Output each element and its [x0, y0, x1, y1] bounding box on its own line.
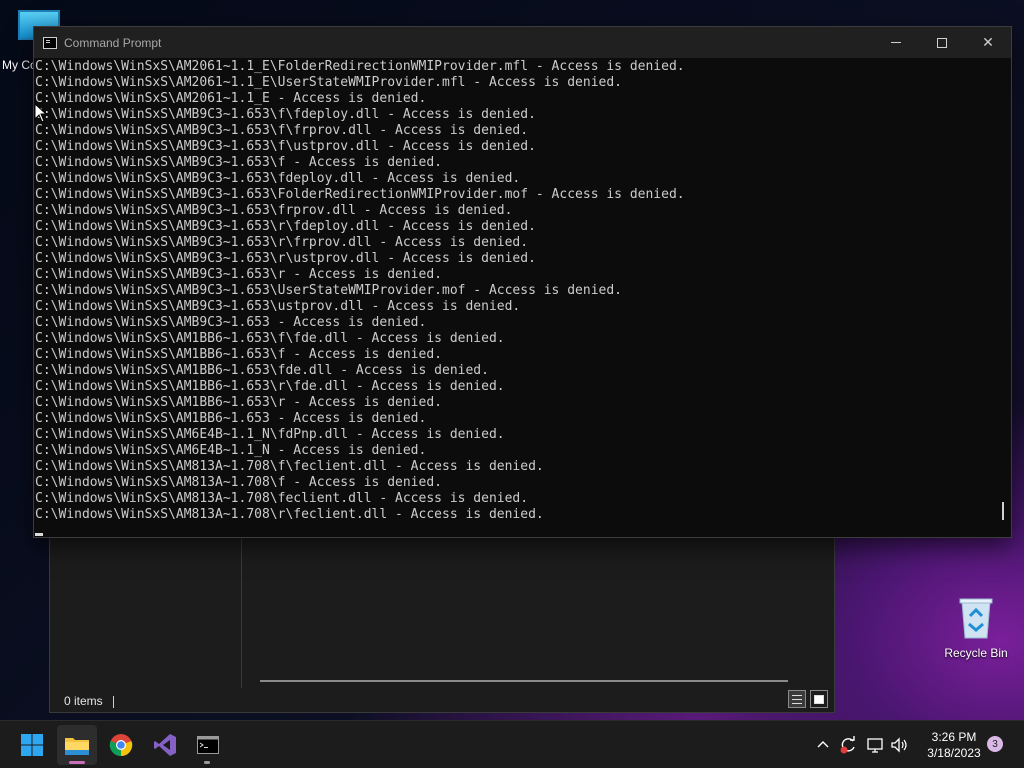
desktop-icon-label: Recycle Bin: [944, 646, 1008, 660]
close-icon: ✕: [982, 34, 994, 51]
chrome-icon: [109, 734, 133, 757]
console-line: C:\Windows\WinSxS\AMB9C3~1.653\f\ustprov…: [35, 139, 536, 154]
maximize-button[interactable]: [919, 27, 965, 58]
desktop-icon-recycle-bin[interactable]: Recycle Bin: [938, 596, 1014, 660]
console-line: C:\Windows\WinSxS\AM813A~1.708\r\feclien…: [35, 507, 544, 522]
tray-update-button[interactable]: [838, 721, 858, 768]
console-line: C:\Windows\WinSxS\AM1BB6~1.653\f - Acces…: [35, 347, 442, 362]
minimize-icon: [891, 42, 901, 43]
view-toggle: [788, 690, 828, 708]
console-line: C:\Windows\WinSxS\AMB9C3~1.653\r\frprov.…: [35, 235, 529, 250]
window-controls: ✕: [873, 27, 1011, 58]
taskbar-file-explorer[interactable]: [57, 725, 97, 765]
mouse-pointer-icon: [34, 103, 48, 123]
chevron-up-icon: [817, 741, 829, 748]
taskbar-terminal[interactable]: [188, 725, 228, 765]
console-line: C:\Windows\WinSxS\AM6E4B~1.1_N - Access …: [35, 443, 427, 458]
recycle-bin-icon: [959, 598, 993, 639]
navigation-pane[interactable]: [50, 536, 242, 688]
taskbar-clock[interactable]: 3:26 PM 3/18/2023: [912, 729, 996, 761]
console-line: C:\Windows\WinSxS\AM2061~1.1_E - Access …: [35, 91, 427, 106]
visual-studio-icon: [154, 734, 176, 756]
console-line: C:\Windows\WinSxS\AMB9C3~1.653\frprov.dl…: [35, 203, 513, 218]
large-icons-view-button[interactable]: [810, 690, 828, 708]
tray-network-button[interactable]: [866, 721, 886, 768]
console-line: C:\Windows\WinSxS\AM6E4B~1.1_N\fdPnp.dll…: [35, 427, 505, 442]
running-indicator: [204, 761, 210, 764]
close-button[interactable]: ✕: [965, 27, 1011, 58]
speaker-icon: [891, 737, 907, 753]
terminal-icon: [197, 736, 219, 754]
windows-start-icon: [21, 734, 43, 756]
file-explorer-window[interactable]: 0 items: [49, 535, 835, 713]
window-title: Command Prompt: [64, 35, 162, 50]
maximize-icon: [937, 37, 947, 48]
details-view-icon: [792, 694, 802, 704]
file-explorer-icon: [65, 738, 89, 755]
clock-date: 3/18/2023: [927, 746, 981, 760]
console-line: C:\Windows\WinSxS\AM813A~1.708\f\feclien…: [35, 459, 544, 474]
console-line: C:\Windows\WinSxS\AM1BB6~1.653\fde.dll -…: [35, 363, 489, 378]
console-line: C:\Windows\WinSxS\AMB9C3~1.653\f - Acces…: [35, 155, 442, 170]
console-line: C:\Windows\WinSxS\AMB9C3~1.653 - Access …: [35, 315, 427, 330]
notification-badge[interactable]: 3: [987, 736, 1003, 752]
command-prompt-icon: [43, 36, 57, 49]
console-line: C:\Windows\WinSxS\AM2061~1.1_E\UserState…: [35, 75, 622, 90]
taskbar: 3:26 PM 3/18/2023: [0, 720, 1024, 768]
console-line: C:\Windows\WinSxS\AMB9C3~1.653\r - Acces…: [35, 267, 442, 282]
large-icons-view-icon: [814, 694, 824, 704]
console-line: C:\Windows\WinSxS\AMB9C3~1.653\f\fdeploy…: [35, 107, 536, 122]
console-line: C:\Windows\WinSxS\AMB9C3~1.653\ustprov.d…: [35, 299, 521, 314]
status-separator: [112, 695, 114, 708]
console-line: C:\Windows\WinSxS\AMB9C3~1.653\f\frprov.…: [35, 123, 529, 138]
network-icon: [867, 738, 883, 753]
console-line: C:\Windows\WinSxS\AMB9C3~1.653\r\fdeploy…: [35, 219, 536, 234]
status-bar: 0 items: [64, 694, 114, 708]
horizontal-scrollbar[interactable]: [260, 680, 788, 682]
console-line: C:\Windows\WinSxS\AM1BB6~1.653\f\fde.dll…: [35, 331, 505, 346]
console-line: C:\Windows\WinSxS\AM1BB6~1.653 - Access …: [35, 411, 427, 426]
console-line: C:\Windows\WinSxS\AM1BB6~1.653\r\fde.dll…: [35, 379, 505, 394]
tray-volume-button[interactable]: [890, 721, 910, 768]
start-button[interactable]: [12, 725, 52, 765]
console-output[interactable]: C:\Windows\WinSxS\AM2061~1.1_E\FolderRed…: [34, 58, 998, 537]
console-line: C:\Windows\WinSxS\AMB9C3~1.653\FolderRed…: [35, 187, 685, 202]
console-line: C:\Windows\WinSxS\AM2061~1.1_E\FolderRed…: [35, 59, 685, 74]
taskbar-chrome[interactable]: [101, 725, 141, 765]
console-line: C:\Windows\WinSxS\AM813A~1.708\f - Acces…: [35, 475, 442, 490]
console-line: C:\Windows\WinSxS\AMB9C3~1.653\fdeploy.d…: [35, 171, 521, 186]
item-count: 0 items: [64, 694, 103, 708]
command-prompt-window[interactable]: Command Prompt ✕ C:\Windows\WinSxS\AM206…: [33, 26, 1012, 538]
taskbar-visual-studio[interactable]: [145, 725, 185, 765]
console-line: C:\Windows\WinSxS\AM1BB6~1.653\r - Acces…: [35, 395, 442, 410]
console-line: C:\Windows\WinSxS\AM813A~1.708\feclient.…: [35, 491, 529, 506]
minimize-button[interactable]: [873, 27, 919, 58]
text-cursor: [35, 533, 43, 536]
sync-icon: [840, 736, 855, 754]
clock-time: 3:26 PM: [931, 730, 977, 744]
active-indicator: [69, 761, 85, 764]
details-view-button[interactable]: [788, 690, 806, 708]
console-line: C:\Windows\WinSxS\AMB9C3~1.653\r\ustprov…: [35, 251, 536, 266]
vertical-scrollbar-thumb[interactable]: [1002, 502, 1004, 520]
tray-chevron-button[interactable]: [814, 721, 832, 768]
desktop-icon-label: My Co: [2, 58, 37, 72]
title-bar[interactable]: Command Prompt ✕: [34, 27, 1011, 58]
console-line: C:\Windows\WinSxS\AMB9C3~1.653\UserState…: [35, 283, 622, 298]
